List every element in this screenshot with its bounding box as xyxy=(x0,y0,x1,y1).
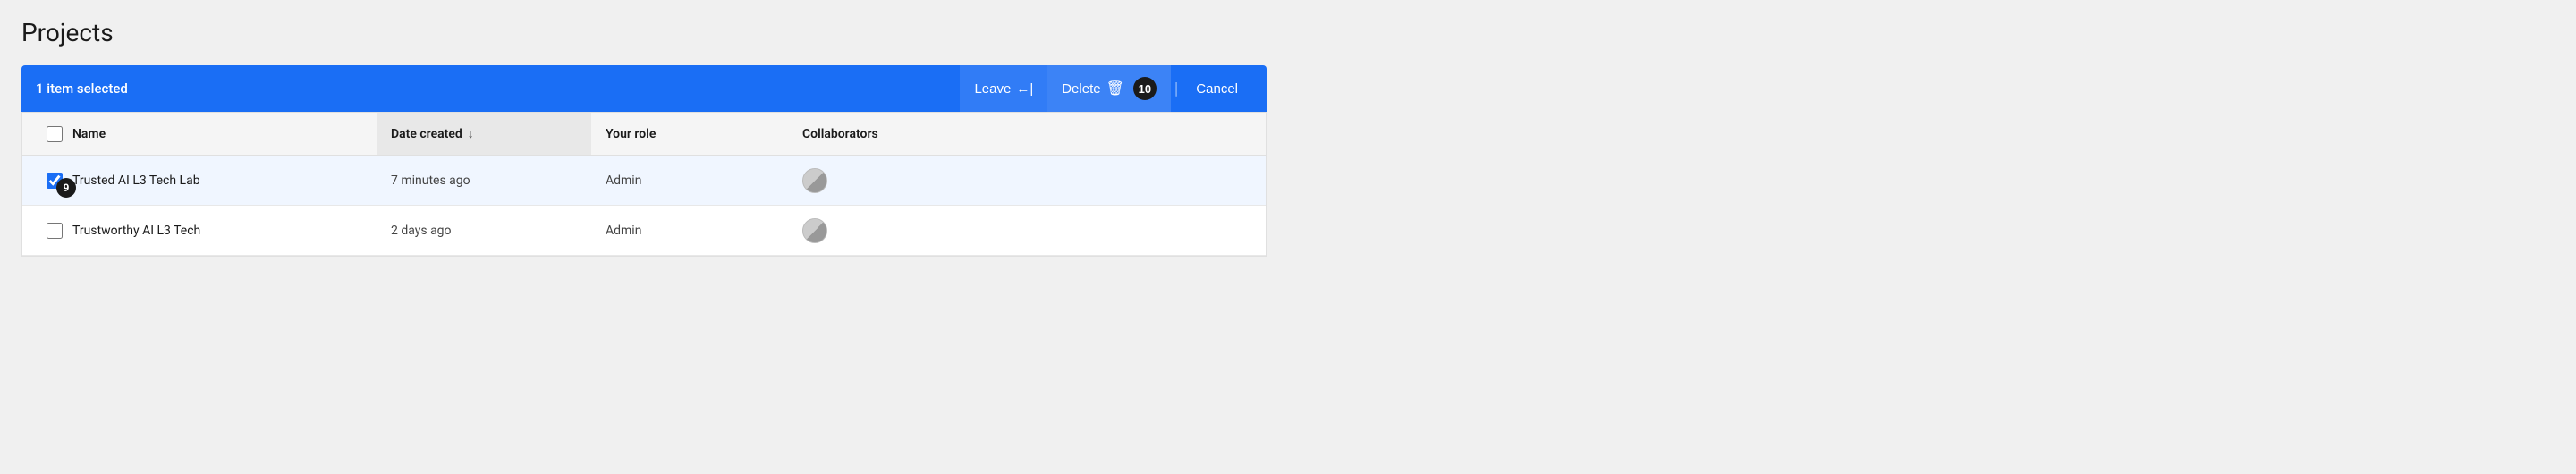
row-date-2: 2 days ago xyxy=(377,224,591,238)
row-checkbox-cell-1: 9 xyxy=(37,173,72,189)
date-created-label: Date created xyxy=(391,127,462,141)
row-checkbox-2[interactable] xyxy=(47,223,63,239)
row-role-2: Admin xyxy=(591,224,788,238)
action-divider: | xyxy=(1171,80,1182,98)
row-name-1: Trusted AI L3 Tech Lab xyxy=(72,174,377,188)
selection-count: 1 item selected xyxy=(36,80,960,97)
row-checkbox-cell-2 xyxy=(37,223,72,239)
header-collaborators: Collaborators xyxy=(788,127,1251,141)
page-container: Projects 1 item selected Leave ←| Delete… xyxy=(0,0,1288,257)
header-date-created: Date created ↓ xyxy=(377,113,591,155)
trash-icon: 🗑 xyxy=(1106,80,1124,97)
page-title: Projects xyxy=(21,18,1267,47)
selection-actions: Leave ←| Delete 🗑 10 | Cancel xyxy=(960,65,1252,112)
table-header: Name Date created ↓ Your role Collaborat… xyxy=(22,113,1266,156)
select-all-checkbox[interactable] xyxy=(47,126,63,142)
selection-bar: 1 item selected Leave ←| Delete 🗑 10 | C… xyxy=(21,65,1267,112)
row-role-1: Admin xyxy=(591,174,788,188)
header-name: Name xyxy=(72,127,377,141)
header-checkbox-cell xyxy=(37,126,72,142)
row-collaborators-2 xyxy=(788,218,1251,243)
table-row: 9 Trusted AI L3 Tech Lab 7 minutes ago A… xyxy=(22,156,1266,206)
leave-button[interactable]: Leave ←| xyxy=(960,65,1047,112)
cancel-button[interactable]: Cancel xyxy=(1182,65,1252,112)
cancel-label: Cancel xyxy=(1196,81,1238,97)
collaborator-avatar-1 xyxy=(802,168,827,193)
table-row: Trustworthy AI L3 Tech 2 days ago Admin xyxy=(22,206,1266,256)
collaborator-avatar-2 xyxy=(802,218,827,243)
step-badge-10: 10 xyxy=(1133,77,1157,100)
leave-label: Leave xyxy=(974,81,1011,97)
row-date-1: 7 minutes ago xyxy=(377,174,591,188)
delete-label: Delete xyxy=(1062,81,1100,97)
row-name-2: Trustworthy AI L3 Tech xyxy=(72,224,377,238)
sort-arrow-icon: ↓ xyxy=(468,126,474,141)
step-badge-9: 9 xyxy=(56,178,76,198)
projects-table: Name Date created ↓ Your role Collaborat… xyxy=(21,112,1267,257)
header-your-role: Your role xyxy=(591,127,788,141)
delete-button[interactable]: Delete 🗑 10 xyxy=(1047,65,1171,112)
leave-arrow-icon: ←| xyxy=(1016,81,1033,97)
row-collaborators-1 xyxy=(788,168,1251,193)
